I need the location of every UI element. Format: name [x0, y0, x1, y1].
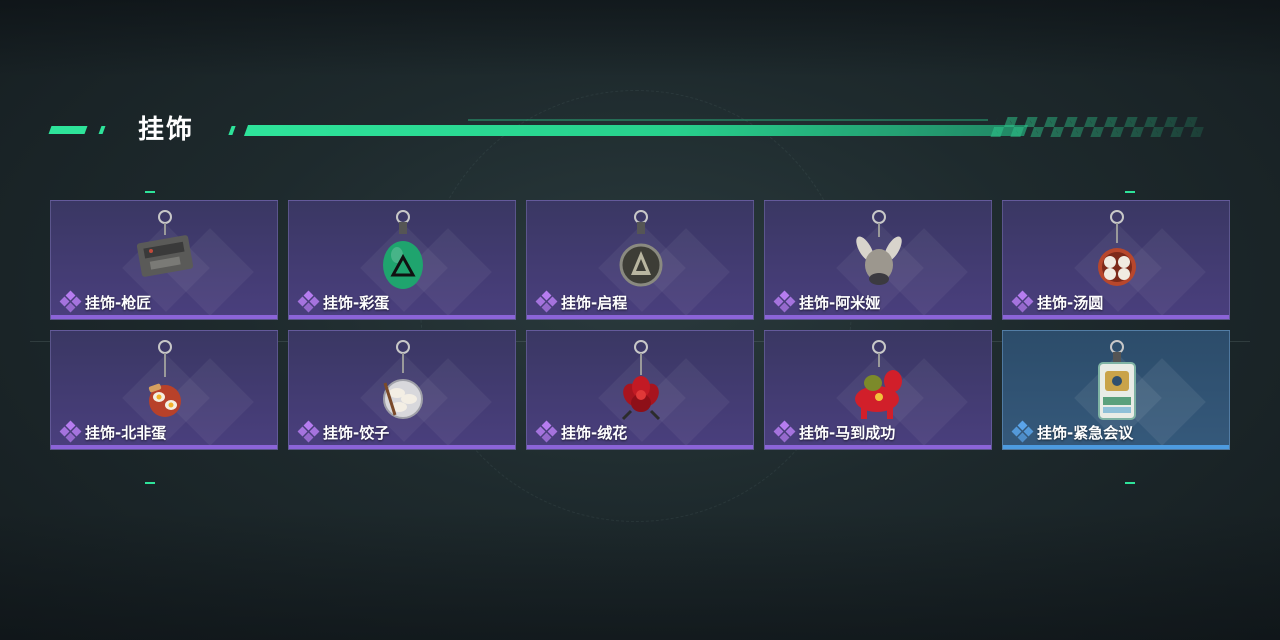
- rarity-diamond-icon: [773, 420, 796, 443]
- charm-card[interactable]: 挂饰-紧急会议: [1002, 330, 1230, 450]
- charm-name: 挂饰-马到成功: [799, 423, 896, 442]
- amiya-charm-icon: [856, 210, 902, 285]
- charm-name: 挂饰-北非蛋: [85, 423, 167, 442]
- charm-card[interactable]: 挂饰-汤圆: [1002, 200, 1230, 320]
- card-label: 挂饰-马到成功: [773, 420, 896, 443]
- card-label: 挂饰-阿米娅: [773, 290, 881, 313]
- dumpling-charm-icon: [383, 340, 423, 419]
- charm-card[interactable]: 挂饰-北非蛋: [50, 330, 278, 450]
- rarity-diamond-icon: [59, 290, 82, 313]
- emergency-meeting-charm-icon: [1098, 340, 1136, 420]
- charm-name: 挂饰-汤圆: [1037, 293, 1104, 312]
- card-label: 挂饰-紧急会议: [1011, 420, 1134, 443]
- easter-egg-charm-icon: [383, 210, 423, 289]
- gunsmith-charm-icon: [136, 210, 194, 277]
- header-accent-tick: [228, 126, 236, 135]
- charm-card[interactable]: 挂饰-阿米娅: [764, 200, 992, 320]
- card-label: 挂饰-汤圆: [1011, 290, 1104, 313]
- charm-name: 挂饰-启程: [561, 293, 628, 312]
- shakshuka-charm-icon: [148, 340, 181, 417]
- departure-charm-icon: [619, 210, 663, 287]
- charm-grid: 挂饰-枪匠 挂饰-彩蛋 挂饰-启程 挂饰-阿米娅 挂饰-汤圆 挂饰-北非蛋 挂饰…: [50, 200, 1230, 450]
- card-label: 挂饰-北非蛋: [59, 420, 167, 443]
- rarity-diamond-icon: [535, 420, 558, 443]
- corner-tick: [145, 482, 155, 484]
- header-checker-pattern: [990, 117, 1208, 137]
- header-accent-tick: [98, 126, 106, 134]
- charm-name: 挂饰-绒花: [561, 423, 628, 442]
- section-header: 挂饰: [48, 112, 1208, 148]
- card-label: 挂饰-绒花: [535, 420, 628, 443]
- charm-card[interactable]: 挂饰-绒花: [526, 330, 754, 450]
- tangyuan-charm-icon: [1098, 210, 1136, 286]
- rarity-diamond-icon: [297, 290, 320, 313]
- corner-tick: [1125, 191, 1135, 193]
- corner-tick: [1125, 482, 1135, 484]
- charm-name: 挂饰-紧急会议: [1037, 423, 1134, 442]
- horse-success-charm-icon: [855, 340, 902, 419]
- header-accent-dash: [48, 126, 88, 134]
- rarity-diamond-icon: [535, 290, 558, 313]
- charm-name: 挂饰-彩蛋: [323, 293, 390, 312]
- charm-card[interactable]: 挂饰-枪匠: [50, 200, 278, 320]
- card-label: 挂饰-枪匠: [59, 290, 152, 313]
- charm-card[interactable]: 挂饰-彩蛋: [288, 200, 516, 320]
- card-label: 挂饰-启程: [535, 290, 628, 313]
- header-accent-bar: [243, 125, 1029, 136]
- card-label: 挂饰-彩蛋: [297, 290, 390, 313]
- section-title: 挂饰: [138, 115, 195, 145]
- rarity-diamond-icon: [59, 420, 82, 443]
- rarity-diamond-icon: [297, 420, 320, 443]
- charm-name: 挂饰-枪匠: [85, 293, 152, 312]
- corner-tick: [145, 191, 155, 193]
- rarity-diamond-icon: [1011, 290, 1034, 313]
- card-label: 挂饰-饺子: [297, 420, 390, 443]
- header-thin-line: [468, 119, 988, 121]
- rarity-diamond-icon: [773, 290, 796, 313]
- charm-card[interactable]: 挂饰-启程: [526, 200, 754, 320]
- charm-card[interactable]: 挂饰-马到成功: [764, 330, 992, 450]
- charm-name: 挂饰-饺子: [323, 423, 390, 442]
- velvet-flower-charm-icon: [621, 340, 661, 421]
- charm-card[interactable]: 挂饰-饺子: [288, 330, 516, 450]
- rarity-diamond-icon: [1011, 420, 1034, 443]
- charm-name: 挂饰-阿米娅: [799, 293, 881, 312]
